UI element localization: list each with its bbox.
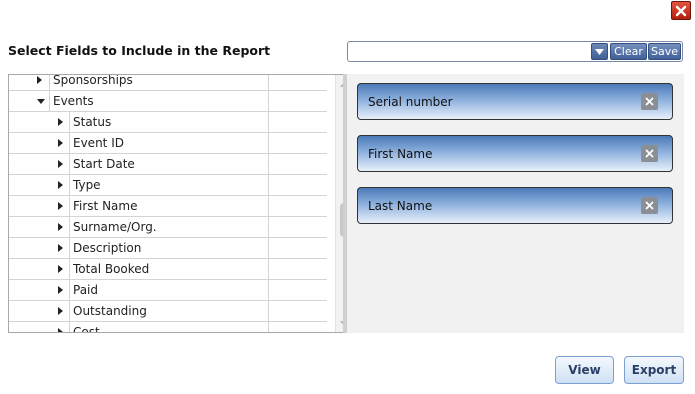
tree-item-label: Sponsorships [53, 74, 133, 87]
dropdown-button[interactable] [591, 43, 608, 60]
tree-indent-line [69, 133, 70, 153]
tree-indent-line [69, 238, 70, 258]
tree-indent-line [69, 322, 70, 332]
tree-item-label: Outstanding [73, 304, 147, 318]
tree-row[interactable]: Event ID [9, 133, 327, 154]
expand-arrow-icon[interactable] [58, 307, 63, 315]
remove-field-button[interactable] [641, 145, 658, 162]
tree-row[interactable]: Status [9, 112, 327, 133]
export-button[interactable]: Export [624, 356, 684, 384]
tree-indent-line [69, 175, 70, 195]
tree-row[interactable]: Sponsorships [9, 74, 327, 91]
tree-item-label: Status [73, 115, 112, 129]
clear-button[interactable]: Clear [610, 43, 647, 60]
field-tree-panel: Sponsorships Events Status Event ID Start Da… [8, 74, 346, 333]
tree-indent-line [69, 112, 70, 132]
collapse-arrow-icon[interactable] [37, 99, 45, 104]
tree-indent-line [69, 217, 70, 237]
tree-item-label: Start Date [73, 157, 135, 171]
tree-indent-line [69, 154, 70, 174]
tree-row[interactable]: Paid [9, 280, 327, 301]
tree-indent-line [49, 91, 50, 111]
expand-arrow-icon[interactable] [58, 286, 63, 294]
tree-row[interactable]: First Name [9, 196, 327, 217]
tree-indent-line [69, 280, 70, 300]
dialog-title: Select Fields to Include in the Report [8, 43, 271, 58]
expand-arrow-icon[interactable] [58, 139, 63, 147]
tree-indent-line [69, 301, 70, 321]
tree-row[interactable]: Total Booked [9, 259, 327, 280]
tree-row[interactable]: Outstanding [9, 301, 327, 322]
tree-row[interactable]: Events [9, 91, 327, 112]
tree-row-label-cell: Cost [9, 322, 269, 333]
expand-arrow-icon[interactable] [58, 223, 63, 231]
tree-item-label: Events [53, 94, 94, 108]
tree-row[interactable]: Start Date [9, 154, 327, 175]
selected-field-chip[interactable]: First Name [357, 135, 673, 172]
expand-arrow-icon[interactable] [58, 181, 63, 189]
tree-row-label-cell: Paid [9, 280, 269, 300]
tree-row-label-cell: Surname/Org. [9, 217, 269, 237]
tree-item-label: Paid [73, 283, 99, 297]
remove-field-button[interactable] [641, 93, 658, 110]
expand-arrow-icon[interactable] [58, 244, 63, 252]
close-button[interactable] [671, 1, 691, 20]
chevron-down-icon [595, 48, 604, 55]
close-icon [675, 5, 687, 16]
selected-field-chip[interactable]: Serial number [357, 83, 673, 120]
tree-indent-line [69, 259, 70, 279]
tree-item-label: Type [73, 178, 101, 192]
tree-row-label-cell: Event ID [9, 133, 269, 153]
view-button[interactable]: View [555, 356, 614, 384]
selected-field-label: Serial number [368, 95, 453, 109]
tree-row-label-cell: Start Date [9, 154, 269, 174]
tree-row-label-cell: First Name [9, 196, 269, 216]
tree-indent-line [49, 75, 50, 90]
tree-item-label: Event ID [73, 136, 124, 150]
expand-arrow-icon[interactable] [58, 265, 63, 273]
tree-row-label-cell: Events [9, 91, 269, 111]
selected-fields-panel: Serial number First Name Last Name [347, 74, 684, 333]
tree-item-label: Surname/Org. [73, 220, 157, 234]
expand-arrow-icon[interactable] [58, 118, 63, 126]
expand-arrow-icon[interactable] [58, 202, 63, 210]
tree-row-label-cell: Outstanding [9, 301, 269, 321]
tree-row-label-cell: Description [9, 238, 269, 258]
expand-arrow-icon[interactable] [58, 328, 63, 332]
tree-row[interactable]: Description [9, 238, 327, 259]
remove-field-button[interactable] [641, 197, 658, 214]
remove-icon [645, 97, 654, 106]
tree-indent-line [69, 196, 70, 216]
expand-arrow-icon[interactable] [58, 160, 63, 168]
tree-row-label-cell: Status [9, 112, 269, 132]
tree-row-label-cell: Total Booked [9, 259, 269, 279]
tree-row[interactable]: Cost [9, 322, 327, 333]
field-tree: Sponsorships Events Status Event ID Start Da… [9, 74, 327, 333]
tree-item-label: First Name [73, 199, 138, 213]
tree-row-label-cell: Type [9, 175, 269, 195]
remove-icon [645, 149, 654, 158]
save-button[interactable]: Save [648, 43, 681, 60]
tree-row-label-cell: Sponsorships [9, 74, 269, 90]
expand-arrow-icon[interactable] [37, 76, 42, 84]
selected-field-label: Last Name [368, 199, 433, 213]
tree-item-label: Cost [73, 325, 100, 333]
tree-item-label: Description [73, 241, 142, 255]
selected-field-label: First Name [368, 147, 433, 161]
selected-field-chip[interactable]: Last Name [357, 187, 673, 224]
tree-item-label: Total Booked [73, 262, 150, 276]
tree-row[interactable]: Type [9, 175, 327, 196]
tree-row[interactable]: Surname/Org. [9, 217, 327, 238]
remove-icon [645, 201, 654, 210]
